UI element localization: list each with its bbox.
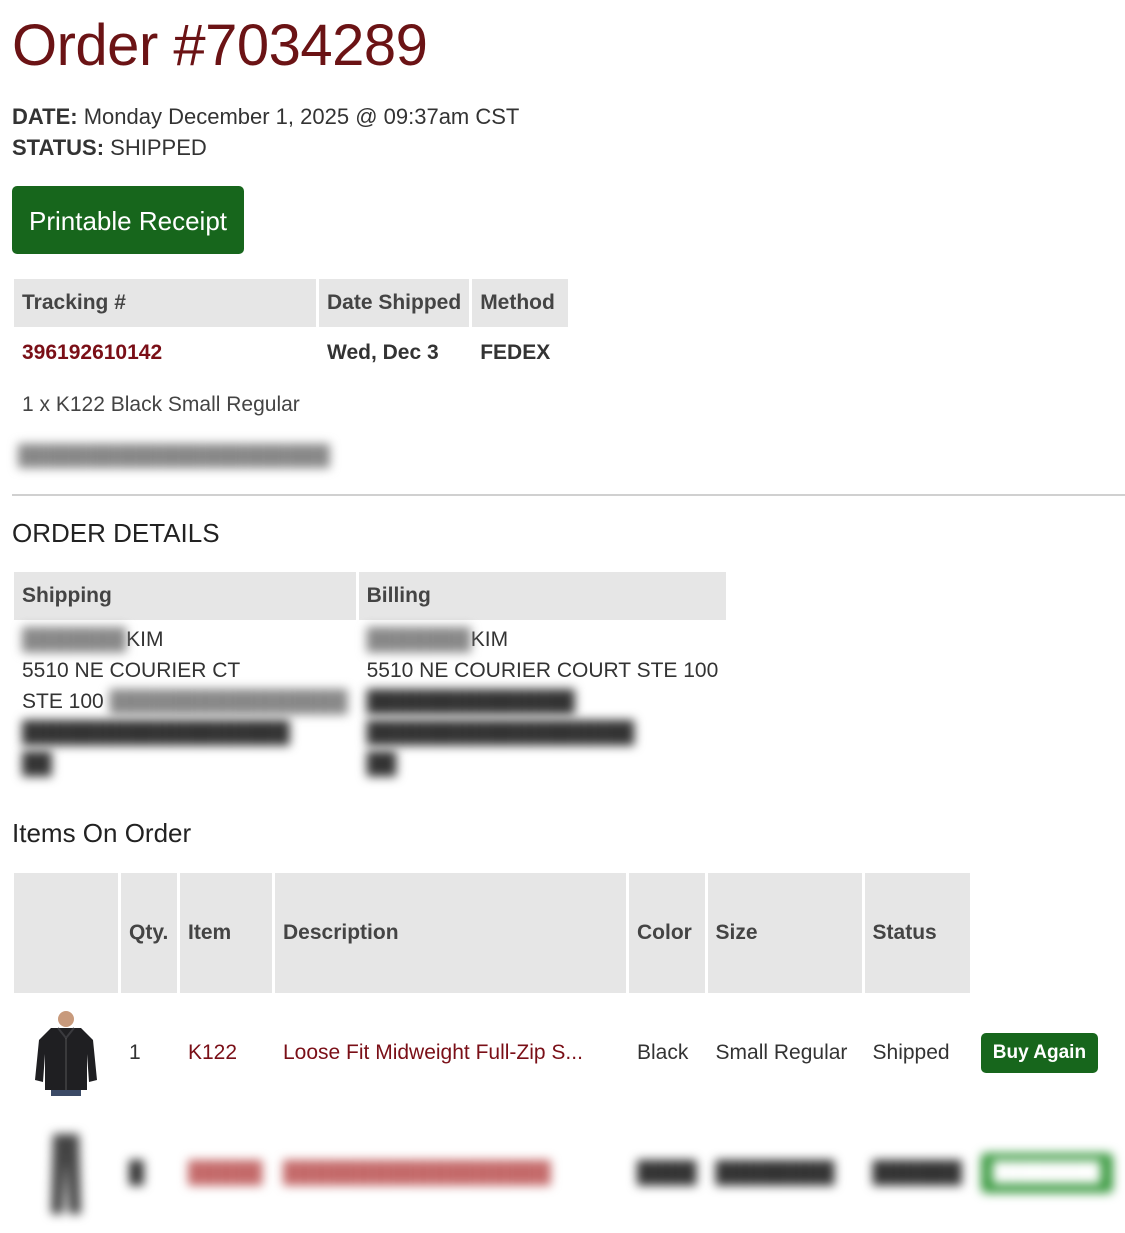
buy-again-button[interactable]: Buy Again	[980, 1033, 1099, 1073]
redacted-text: ████████████████	[103, 690, 348, 713]
item-status: Shipped	[872, 1041, 950, 1064]
redacted-country-line: ██	[22, 752, 52, 775]
billing-address: ███████KIM 5510 NE COURIER COURT STE 100…	[359, 620, 727, 779]
order-page: Order #7034289 DATE: Monday December 1, …	[0, 0, 1125, 1214]
printable-receipt-button[interactable]: Printable Receipt	[12, 186, 244, 254]
qty-header: Qty.	[121, 873, 177, 993]
address-table: Shipping Billing ███████KIM 5510 NE COUR…	[11, 572, 729, 779]
redacted-image-cell	[14, 1113, 118, 1233]
tracking-number-link[interactable]: 396192610142	[22, 341, 162, 364]
redacted-shipment-line: ██████████████████████	[18, 445, 330, 467]
billing-name: KIM	[470, 628, 509, 651]
shipped-items-text: 1 x K122 Black Small Regular	[22, 393, 300, 416]
item-size: Small Regular	[715, 1041, 848, 1064]
shipment-row: 396192610142 Wed, Dec 3 FEDEX	[14, 327, 568, 379]
status-label: STATUS:	[12, 135, 105, 160]
date-shipped-header: Date Shipped	[319, 279, 470, 327]
order-status: STATUS: SHIPPED	[12, 134, 207, 162]
description-header: Description	[275, 873, 626, 993]
items-header-row: Qty. Item Description Color Size Status	[14, 873, 1121, 993]
redacted-text: █████	[188, 1161, 263, 1184]
items-table: Qty. Item Description Color Size Status	[11, 873, 1124, 1233]
item-image-cell	[14, 993, 118, 1113]
date-value: Monday December 1, 2025 @ 09:37am CST	[77, 104, 520, 129]
redacted-item-thumbnail	[31, 1130, 101, 1216]
item-header: Item	[180, 873, 272, 993]
date-label: DATE:	[12, 104, 78, 129]
shipment-table: Tracking # Date Shipped Method 396192610…	[11, 279, 571, 379]
billing-line1: 5510 NE COURIER COURT STE 100	[366, 659, 719, 682]
jacket-image	[35, 1011, 97, 1096]
redacted-item-row: █ █████ ██████████████████ ████ ████████…	[14, 1113, 1121, 1233]
item-description-link[interactable]: Loose Fit Midweight Full-Zip S...	[283, 1041, 583, 1064]
shipping-address: ███████KIM 5510 NE COURIER CT STE 100 ██…	[14, 620, 356, 779]
section-divider	[12, 494, 1125, 496]
size-header: Size	[707, 873, 862, 993]
redacted-cell: ████	[637, 1161, 697, 1184]
redacted-cell: █████	[180, 1113, 272, 1233]
item-qty: 1	[129, 1041, 141, 1064]
order-date: DATE: Monday December 1, 2025 @ 09:37am …	[12, 103, 519, 131]
shipping-header: Shipping	[14, 572, 356, 620]
shipping-line2: STE 100	[22, 690, 104, 713]
item-sku-cell: K122	[180, 993, 272, 1113]
shipping-name: KIM	[126, 628, 164, 651]
shipping-name-line: ███████KIM	[22, 624, 348, 655]
tracking-header: Tracking #	[14, 279, 316, 327]
action-spacer	[972, 873, 1121, 993]
redacted-text: ██████████████████	[283, 1161, 551, 1184]
redacted-city-line: ██████████████████	[366, 721, 635, 744]
redacted-action-cell: ████████	[973, 1113, 1121, 1233]
address-header-row: Shipping Billing	[14, 572, 727, 620]
billing-name-line: ███████KIM	[367, 624, 719, 655]
item-thumbnail[interactable]	[31, 1010, 101, 1096]
billing-header: Billing	[358, 572, 727, 620]
items-heading: Items On Order	[12, 818, 192, 848]
redacted-cell: ████████	[715, 1161, 835, 1184]
status-header: Status	[864, 873, 970, 993]
date-shipped-cell: Wed, Dec 3	[327, 341, 439, 364]
redacted-first-name: ███████	[22, 628, 127, 651]
tracking-cell: 396192610142	[14, 327, 316, 379]
item-action-cell: Buy Again	[973, 993, 1121, 1113]
redacted-first-name: ███████	[366, 628, 471, 651]
redacted-cell: ██████████████████	[275, 1113, 626, 1233]
order-details-heading: ORDER DETAILS	[12, 518, 220, 548]
address-row: ███████KIM 5510 NE COURIER CT STE 100 ██…	[14, 620, 726, 779]
redacted-button: ████████	[980, 1153, 1113, 1193]
redacted-city-line: ██████████████████	[22, 721, 290, 744]
method-cell: FEDEX	[480, 341, 551, 364]
shipping-line1: 5510 NE COURIER CT	[22, 659, 241, 682]
status-value: SHIPPED	[104, 135, 207, 160]
item-sku-link[interactable]: K122	[188, 1041, 237, 1064]
shipping-line2-row: STE 100 ████████████████	[22, 686, 348, 717]
redacted-cell: ██████	[872, 1161, 962, 1184]
order-title: Order #7034289	[12, 13, 428, 78]
color-header: Color	[629, 873, 705, 993]
method-header: Method	[472, 279, 569, 327]
pants-image	[51, 1134, 81, 1214]
shipment-header-row: Tracking # Date Shipped Method	[14, 279, 569, 327]
image-header	[14, 873, 118, 993]
redacted-country-line: ██	[366, 752, 397, 775]
item-description-cell: Loose Fit Midweight Full-Zip S...	[275, 993, 626, 1113]
item-color: Black	[637, 1041, 689, 1064]
item-row: 1 K122 Loose Fit Midweight Full-Zip S...…	[14, 993, 1121, 1113]
redacted-cell: █	[129, 1161, 144, 1184]
redacted-text: ██████████████	[366, 690, 575, 713]
